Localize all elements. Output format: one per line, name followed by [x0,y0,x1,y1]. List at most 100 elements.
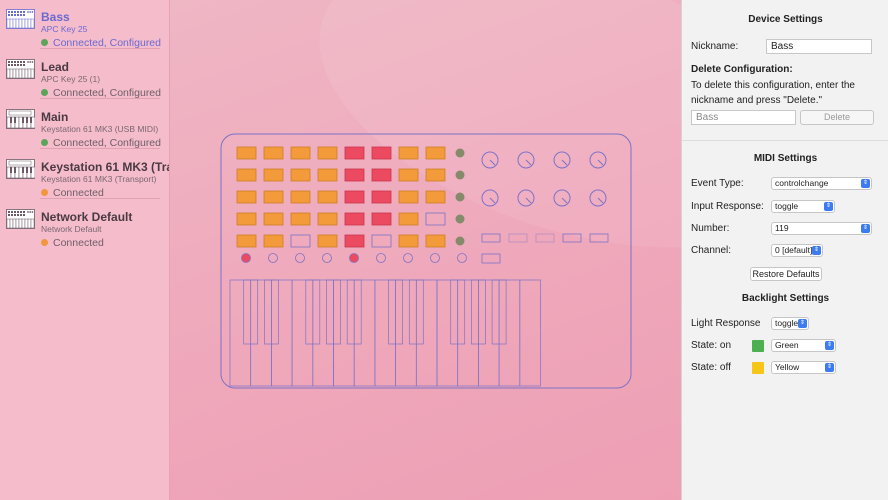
clip-pad[interactable] [263,212,284,226]
channel-select[interactable]: 0 [default] ⇕ [771,244,823,257]
track-button[interactable] [430,253,440,263]
device-status: Connected [53,237,104,249]
device-list-item[interactable]: Network Default Network Default Connected [0,202,169,252]
clip-pad[interactable] [263,168,284,182]
device-list-item[interactable]: Bass APC Key 25 Connected, Configured [0,2,169,52]
white-key[interactable] [498,279,521,387]
track-button[interactable] [322,253,332,263]
clip-pad[interactable] [371,234,392,248]
white-key[interactable] [478,279,500,387]
clip-pad[interactable] [344,234,365,248]
clip-pad[interactable] [344,168,365,182]
state-off-color-swatch[interactable] [752,362,764,374]
clip-pad[interactable] [290,190,311,204]
clip-pad[interactable] [371,168,392,182]
clip-pad[interactable] [317,212,338,226]
clip-pad[interactable] [344,190,365,204]
track-button[interactable] [295,253,305,263]
white-key[interactable] [395,279,417,387]
control-button[interactable] [589,233,609,243]
clip-pad[interactable] [425,146,446,160]
state-on-color-swatch[interactable] [752,340,764,352]
track-button[interactable] [457,253,467,263]
scene-launch-button[interactable] [455,192,465,202]
clip-pad[interactable] [236,234,257,248]
clip-pad[interactable] [317,234,338,248]
clip-pad[interactable] [371,190,392,204]
control-button[interactable] [535,233,555,243]
device-settings-title: Device Settings [748,14,823,25]
white-key[interactable] [415,279,438,387]
clip-pad[interactable] [344,146,365,160]
clip-pad[interactable] [398,234,419,248]
clip-pad[interactable] [290,234,311,248]
state-on-select[interactable]: Green ⇕ [771,339,836,352]
clip-pad[interactable] [425,234,446,248]
number-value: 119 [775,223,789,233]
track-button[interactable] [268,253,278,263]
restore-defaults-button[interactable]: Restore Defaults [750,267,822,281]
number-select[interactable]: 119 ⇕ [771,222,872,235]
nickname-input[interactable] [766,39,872,54]
clip-pad[interactable] [398,212,419,226]
clip-pad[interactable] [290,168,311,182]
clip-pad[interactable] [425,190,446,204]
white-key[interactable] [353,279,376,387]
clip-pad[interactable] [317,190,338,204]
white-key[interactable] [250,279,272,387]
device-list-item[interactable]: Main Keystation 61 MK3 (USB MIDI) Connecte… [0,102,169,152]
clip-pad[interactable] [398,146,419,160]
input-response-select[interactable]: toggle ⇕ [771,200,835,213]
clip-pad[interactable] [236,168,257,182]
control-button[interactable] [562,233,582,243]
device-model: APC Key 25 [41,24,88,34]
white-key[interactable] [333,279,355,387]
scene-launch-button[interactable] [455,236,465,246]
track-button[interactable] [349,253,359,263]
controller-diagram [220,133,632,389]
clip-pad[interactable] [425,168,446,182]
clip-pad[interactable] [344,212,365,226]
clip-pad[interactable] [236,146,257,160]
event-type-select[interactable]: controlchange ⇕ [771,177,872,190]
white-key[interactable] [374,279,396,387]
white-key[interactable] [457,279,479,387]
knob-indicator [525,159,532,166]
control-button[interactable] [508,233,528,243]
clip-pad[interactable] [398,168,419,182]
white-key[interactable] [229,279,252,387]
track-button[interactable] [376,253,386,263]
clip-pad[interactable] [290,212,311,226]
clip-pad[interactable] [398,190,419,204]
clip-pad[interactable] [236,212,257,226]
clip-pad[interactable] [290,146,311,160]
scene-launch-button[interactable] [455,148,465,158]
state-off-select[interactable]: Yellow ⇕ [771,361,836,374]
clip-pad[interactable] [236,190,257,204]
control-button[interactable] [481,233,501,243]
track-button[interactable] [403,253,413,263]
clip-pad[interactable] [263,190,284,204]
clip-pad[interactable] [317,146,338,160]
white-key[interactable] [519,279,541,387]
light-response-select[interactable]: toggle ⇕ [771,317,809,330]
white-key[interactable] [271,279,293,387]
device-list-item[interactable]: Lead APC Key 25 (1) Connected, Configured [0,52,169,102]
scene-launch-button[interactable] [455,170,465,180]
track-button[interactable] [241,253,251,263]
clip-pad[interactable] [371,212,392,226]
white-key[interactable] [291,279,314,387]
device-list-item[interactable]: Keystation 61 MK3 (Tran Keystation 61 MK3… [0,152,170,202]
delete-button[interactable]: Delete [800,110,874,125]
scene-launch-button[interactable] [455,214,465,224]
clip-pad[interactable] [263,146,284,160]
clip-pad[interactable] [317,168,338,182]
clip-pad[interactable] [425,212,446,226]
device-name: Keystation 61 MK3 (Tran [41,160,170,174]
white-key[interactable] [436,279,459,387]
clip-pad[interactable] [371,146,392,160]
shift-button[interactable] [481,253,501,264]
white-key[interactable] [312,279,334,387]
delete-confirm-input[interactable] [691,110,796,125]
clip-pad[interactable] [263,234,284,248]
